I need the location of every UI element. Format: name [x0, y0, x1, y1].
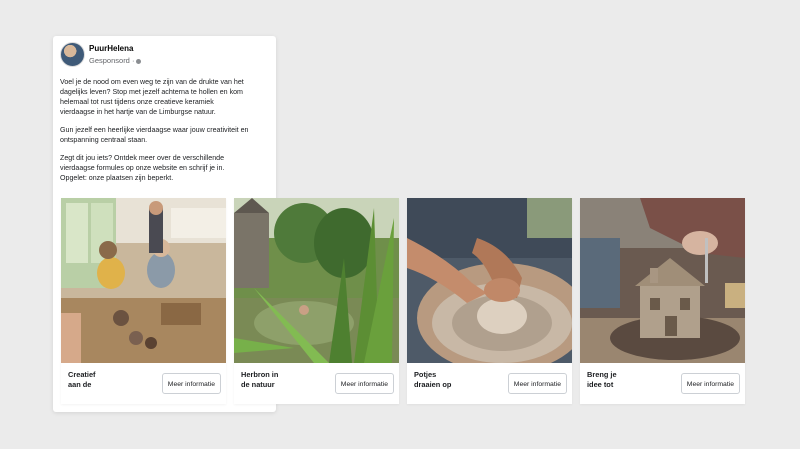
carousel-card[interactable]: Breng je idee tot Meer informatie [580, 198, 745, 404]
sponsored-label: Gesponsord · [89, 56, 142, 65]
card-headline: Herbron in de natuur [241, 370, 279, 389]
more-info-button[interactable]: Meer informatie [334, 373, 394, 394]
card-headline: Breng je idee tot [587, 370, 617, 389]
more-info-button[interactable]: Meer informatie [507, 373, 567, 394]
globe-icon [136, 58, 142, 64]
page-name[interactable]: PuurHelena [89, 44, 133, 53]
post-paragraph: Voel je de nood om even weg te zijn van … [60, 78, 244, 116]
pond-nature-photo[interactable] [234, 198, 399, 363]
pottery-wheel-photo[interactable] [407, 198, 572, 363]
carousel-card[interactable]: Potjes draaien op Meer informatie [407, 198, 572, 404]
post-paragraph: Zegt dit jou iets? Ontdek meer over de v… [60, 154, 225, 182]
card-headline: Potjes draaien op [414, 370, 452, 389]
workshop-table-photo[interactable] [61, 198, 226, 363]
post-body: Voel je de nood om even weg te zijn van … [60, 77, 273, 191]
more-info-button[interactable]: Meer informatie [161, 373, 221, 394]
clay-house-photo[interactable] [580, 198, 745, 363]
carousel-card[interactable]: Creatief aan de Meer informatie [61, 198, 226, 404]
card-headline: Creatief aan de [68, 370, 96, 389]
page-avatar[interactable] [60, 42, 85, 67]
carousel-card[interactable]: Herbron in de natuur Meer informatie [234, 198, 399, 404]
post-paragraph: Gun jezelf een heerlijke vierdaagse waar… [60, 126, 249, 144]
more-info-button[interactable]: Meer informatie [680, 373, 740, 394]
sponsored-text: Gesponsord [89, 56, 130, 65]
